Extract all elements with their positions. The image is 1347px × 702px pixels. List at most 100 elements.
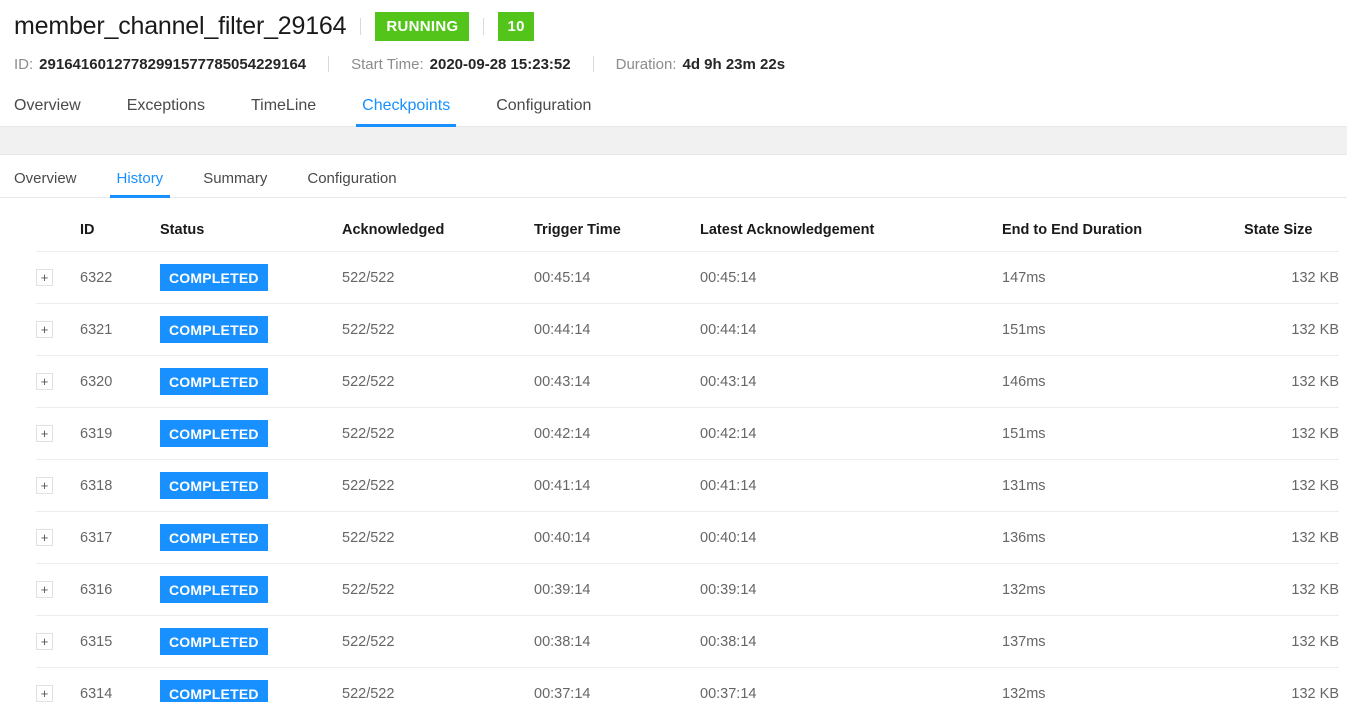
checkpoint-status-badge: COMPLETED [160, 576, 268, 603]
cell-trigger-time: 00:45:14 [534, 251, 700, 304]
row-expander-cell: + [36, 563, 80, 616]
cell-status: COMPLETED [160, 303, 342, 356]
cell-latest-acknowledgement: 00:43:14 [700, 355, 1002, 408]
cell-trigger-time: 00:37:14 [534, 667, 700, 702]
expand-row-button[interactable]: + [36, 373, 53, 390]
cell-acknowledged: 522/522 [342, 407, 534, 460]
cell-end-to-end-duration: 131ms [1002, 459, 1244, 512]
expand-row-button[interactable]: + [36, 321, 53, 338]
cell-trigger-time: 00:42:14 [534, 407, 700, 460]
subtab-summary[interactable]: Summary [203, 170, 267, 197]
cell-id: 6319 [80, 407, 160, 460]
job-id-value: 29164160127782991577785054229164 [39, 55, 307, 73]
cell-acknowledged: 522/522 [342, 563, 534, 616]
expand-row-button[interactable]: + [36, 581, 53, 598]
column-header-trigger-time: Trigger Time [534, 198, 700, 252]
table-header-row: ID Status Acknowledged Trigger Time Late… [36, 198, 1339, 252]
table-row[interactable]: +6317 COMPLETED 522/522 00:40:14 00:40:14 136… [36, 511, 1339, 564]
cell-trigger-time: 00:39:14 [534, 563, 700, 616]
tab-checkpoints[interactable]: Checkpoints [356, 97, 457, 127]
table-body: +6322 COMPLETED 522/522 00:45:14 00:45:14 147… [36, 251, 1339, 702]
row-expander-cell: + [36, 615, 80, 668]
cell-status: COMPLETED [160, 563, 342, 616]
table-row[interactable]: +6316 COMPLETED 522/522 00:39:14 00:39:14 132… [36, 563, 1339, 616]
table-row[interactable]: +6314 COMPLETED 522/522 00:37:14 00:37:14 132… [36, 667, 1339, 702]
row-expander-cell: + [36, 459, 80, 512]
cell-trigger-time: 00:43:14 [534, 355, 700, 408]
row-expander-cell: + [36, 355, 80, 408]
duration-label: Duration: [615, 55, 677, 73]
column-header-end-to-end-duration: End to End Duration [1002, 198, 1244, 252]
cell-state-size: 132 KB [1244, 511, 1339, 564]
cell-acknowledged: 522/522 [342, 355, 534, 408]
row-expander-cell: + [36, 667, 80, 702]
expand-row-button[interactable]: + [36, 477, 53, 494]
cell-acknowledged: 522/522 [342, 615, 534, 668]
cell-id: 6318 [80, 459, 160, 512]
cell-latest-acknowledgement: 00:41:14 [700, 459, 1002, 512]
expand-row-button[interactable]: + [36, 529, 53, 546]
job-meta-row: ID: 29164160127782991577785054229164 Sta… [14, 46, 1347, 82]
cell-state-size: 132 KB [1244, 407, 1339, 460]
cell-status: COMPLETED [160, 459, 342, 512]
cell-end-to-end-duration: 136ms [1002, 511, 1244, 564]
expand-row-button[interactable]: + [36, 425, 53, 442]
cell-state-size: 132 KB [1244, 355, 1339, 408]
cell-acknowledged: 522/522 [342, 459, 534, 512]
cell-id: 6322 [80, 251, 160, 304]
duration-value: 4d 9h 23m 22s [682, 55, 786, 73]
cell-latest-acknowledgement: 00:42:14 [700, 407, 1002, 460]
cell-latest-acknowledgement: 00:38:14 [700, 615, 1002, 668]
table-row[interactable]: +6319 COMPLETED 522/522 00:42:14 00:42:14 151… [36, 407, 1339, 460]
table-row[interactable]: +6318 COMPLETED 522/522 00:41:14 00:41:14 131… [36, 459, 1339, 512]
cell-status: COMPLETED [160, 667, 342, 702]
table-row[interactable]: +6320 COMPLETED 522/522 00:43:14 00:43:14 146… [36, 355, 1339, 408]
expand-row-button[interactable]: + [36, 269, 53, 286]
cell-status: COMPLETED [160, 511, 342, 564]
tab-timeline[interactable]: TimeLine [251, 97, 316, 126]
checkpoint-status-badge: COMPLETED [160, 628, 268, 655]
cell-trigger-time: 00:41:14 [534, 459, 700, 512]
cell-acknowledged: 522/522 [342, 303, 534, 356]
cell-state-size: 132 KB [1244, 615, 1339, 668]
table-row[interactable]: +6315 COMPLETED 522/522 00:38:14 00:38:14 137… [36, 615, 1339, 668]
tab-exceptions[interactable]: Exceptions [127, 97, 205, 126]
table-row[interactable]: +6322 COMPLETED 522/522 00:45:14 00:45:14 147… [36, 251, 1339, 304]
start-time-label: Start Time: [351, 55, 424, 73]
subtab-history[interactable]: History [109, 170, 170, 198]
expand-row-button[interactable]: + [36, 685, 53, 702]
subtab-overview[interactable]: Overview [14, 170, 77, 197]
cell-status: COMPLETED [160, 615, 342, 668]
column-header-expander [36, 198, 80, 252]
tab-configuration[interactable]: Configuration [496, 97, 591, 126]
tab-overview[interactable]: Overview [14, 97, 81, 126]
table-row[interactable]: +6321 COMPLETED 522/522 00:44:14 00:44:14 151… [36, 303, 1339, 356]
cell-end-to-end-duration: 137ms [1002, 615, 1244, 668]
cell-end-to-end-duration: 132ms [1002, 563, 1244, 616]
column-header-state-size: State Size [1244, 198, 1339, 252]
cell-latest-acknowledgement: 00:44:14 [700, 303, 1002, 356]
expand-row-button[interactable]: + [36, 633, 53, 650]
title-divider [360, 17, 362, 35]
table-header: ID Status Acknowledged Trigger Time Late… [36, 198, 1339, 252]
checkpoint-status-badge: COMPLETED [160, 316, 268, 343]
cell-trigger-time: 00:38:14 [534, 615, 700, 668]
cell-status: COMPLETED [160, 355, 342, 408]
cell-status: COMPLETED [160, 251, 342, 304]
job-id-label: ID: [14, 55, 34, 73]
row-expander-cell: + [36, 407, 80, 460]
checkpoint-status-badge: COMPLETED [160, 524, 268, 551]
cell-trigger-time: 00:44:14 [534, 303, 700, 356]
job-header: member_channel_filter_29164 RUNNING 10 I… [0, 0, 1347, 82]
row-expander-cell: + [36, 511, 80, 564]
cell-state-size: 132 KB [1244, 563, 1339, 616]
job-title-row: member_channel_filter_29164 RUNNING 10 [14, 6, 1347, 46]
cell-state-size: 132 KB [1244, 667, 1339, 702]
subtab-configuration[interactable]: Configuration [307, 170, 396, 197]
cell-id: 6315 [80, 615, 160, 668]
cell-trigger-time: 00:40:14 [534, 511, 700, 564]
checkpoint-status-badge: COMPLETED [160, 420, 268, 447]
column-header-id: ID [80, 198, 160, 252]
cell-state-size: 132 KB [1244, 459, 1339, 512]
column-header-status: Status [160, 198, 342, 252]
